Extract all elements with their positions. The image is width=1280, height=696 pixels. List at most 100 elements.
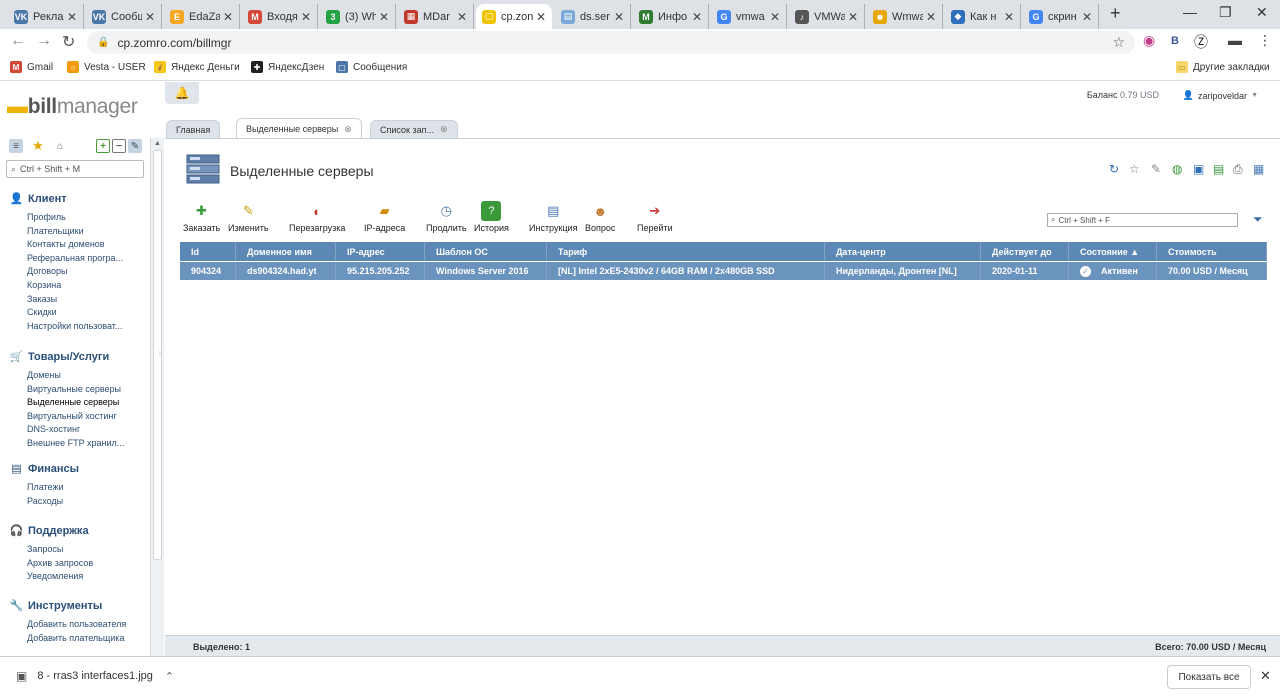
close-tab-icon[interactable]: ✕	[145, 10, 155, 24]
refresh-icon[interactable]: ↻	[1109, 162, 1119, 176]
forward-icon[interactable]: →	[36, 32, 52, 50]
briefcase-icon[interactable]: ⌂	[53, 139, 67, 153]
tab-requests-list[interactable]: Список зап... ⊗	[370, 120, 458, 138]
reload-icon[interactable]: ↻	[62, 32, 75, 52]
history-button[interactable]: ? История	[474, 201, 509, 233]
maximize-icon[interactable]: ❐	[1219, 4, 1232, 21]
browser-tab[interactable]: E EdaZa ✕	[164, 4, 240, 29]
column-header[interactable]: Стоимость	[1157, 242, 1267, 261]
close-tab-icon[interactable]: ✕	[301, 10, 311, 24]
sidebar-item[interactable]: Корзина	[27, 280, 127, 290]
instruction-button[interactable]: ▤ Инструкция	[529, 201, 577, 233]
extension-icon[interactable]: ◉	[1143, 32, 1155, 49]
document-icon[interactable]: ▣	[1193, 162, 1204, 176]
settings-table-icon[interactable]: ▦	[1253, 162, 1264, 176]
sidebar-section-header[interactable]: 🎧 Поддержка	[10, 524, 89, 538]
pin-icon[interactable]: ✎	[1151, 162, 1161, 176]
column-header[interactable]: IP-адрес	[336, 242, 425, 261]
minimize-icon[interactable]: —	[1183, 4, 1197, 20]
edit-button[interactable]: ✎ Изменить	[228, 201, 269, 233]
sidebar-item[interactable]: Архив запросов	[27, 558, 127, 568]
star-icon[interactable]: ☆	[1112, 34, 1125, 51]
browser-tab[interactable]: M Инфо ✕	[633, 4, 709, 29]
browser-tab[interactable]: ▤ ds.ser ✕	[555, 4, 631, 29]
sidebar-item[interactable]: Виртуальные серверы	[27, 384, 127, 394]
profile-icon[interactable]: ▬	[1228, 32, 1242, 48]
sidebar-item[interactable]: Настройки пользоват...	[27, 321, 127, 331]
sidebar-scrollbar[interactable]: ▲ ⋮	[150, 138, 164, 658]
tab-main[interactable]: Главная	[166, 120, 221, 138]
chevron-up-icon[interactable]: ⌃	[165, 670, 174, 683]
favorites-star-icon[interactable]: ★	[31, 138, 45, 153]
browser-tab[interactable]: Gскрин ✕	[1023, 4, 1099, 29]
column-header[interactable]: Тариф	[547, 242, 825, 261]
notifications-button[interactable]: 🔔	[165, 82, 199, 104]
question-button[interactable]: ☻ Вопрос	[585, 201, 615, 234]
filter-funnel-icon[interactable]: ⏷	[1253, 212, 1263, 227]
close-tab-icon[interactable]: ✕	[379, 10, 389, 24]
sidebar-item[interactable]: Профиль	[27, 212, 127, 222]
sidebar-section-header[interactable]: 🔧 Инструменты	[10, 599, 103, 613]
new-tab-button[interactable]: +	[1110, 3, 1121, 24]
sidebar-section-header[interactable]: 🛒 Товары/Услуги	[10, 350, 110, 364]
close-tab-icon[interactable]: ✕	[926, 10, 936, 24]
column-header[interactable]: Состояние ▲	[1069, 242, 1157, 261]
close-window-icon[interactable]: ✕	[1256, 4, 1268, 21]
browser-tab[interactable]: Gvmwa ✕	[711, 4, 787, 29]
order-button[interactable]: ✚ Заказать	[183, 201, 220, 233]
close-tab-icon[interactable]: ✕	[536, 10, 546, 24]
browser-tab[interactable]: VK Рекла ✕	[8, 4, 84, 29]
sidebar-item[interactable]: Домены	[27, 370, 127, 380]
browser-tab[interactable]: 3 (3) Wh ✕	[320, 4, 396, 29]
column-header[interactable]: Доменное имя	[236, 242, 336, 261]
expand-all-icon[interactable]: +	[96, 139, 110, 153]
column-header[interactable]: Шаблон ОС	[425, 242, 547, 261]
sidebar-item[interactable]: Контакты доменов	[27, 239, 127, 249]
sidebar-item[interactable]: Виртуальный хостинг	[27, 411, 127, 421]
other-bookmarks[interactable]: ▭ Другие закладки	[1176, 61, 1270, 73]
extension-icon[interactable]: Ⓩ	[1194, 32, 1208, 52]
close-tab-icon[interactable]: ⊗	[440, 124, 448, 135]
browser-tab[interactable]: ☻ Wmwa ✕	[867, 4, 943, 29]
column-header[interactable]: Id	[180, 242, 236, 261]
sidebar-item[interactable]: Добавить пользователя	[27, 619, 127, 629]
browser-tab[interactable]: ◆ Как н ✕	[945, 4, 1021, 29]
excel-icon[interactable]: ▤	[1213, 162, 1224, 176]
column-header[interactable]: Дата-центр	[825, 242, 981, 261]
collapse-all-icon[interactable]: −	[112, 139, 126, 153]
sidebar-section-header[interactable]: 👤 Клиент	[10, 192, 67, 206]
prolong-button[interactable]: ◷ Продлить	[426, 201, 467, 233]
table-filter-input[interactable]: ⌕ Ctrl + Shift + F	[1047, 213, 1238, 227]
bookmark-item[interactable]: M Gmail	[10, 61, 53, 73]
show-all-button[interactable]: Показать все	[1167, 665, 1251, 689]
back-icon[interactable]: ←	[10, 32, 26, 50]
sidebar-item[interactable]: Выделенные серверы	[27, 397, 127, 407]
url-input[interactable]: 🔒 cp.zomro.com/billmgr ☆	[87, 31, 1135, 54]
user-menu[interactable]: 👤 zaripoveldar ▼	[1183, 90, 1258, 101]
sidebar-item[interactable]: Расходы	[27, 496, 127, 506]
print-icon[interactable]: ⎙	[1233, 162, 1243, 177]
table-row[interactable]: 904324 ds904324.had.yt 95.215.205.252 Windo…	[180, 262, 1267, 280]
browser-tab[interactable]: ▢ cp.zon ✕	[476, 4, 552, 29]
close-tab-icon[interactable]: ✕	[848, 10, 858, 24]
sidebar-item[interactable]: Запросы	[27, 544, 127, 554]
sidebar-item[interactable]: Скидки	[27, 307, 127, 317]
download-item[interactable]: ▣ 8 - rras3 interfaces1.jpg ⌃	[16, 669, 174, 683]
sidebar-item[interactable]: Реферальная програ...	[27, 253, 127, 263]
sidebar-item[interactable]: Заказы	[27, 294, 127, 304]
reboot-button[interactable]: ◐ Перезагрузка	[289, 201, 345, 234]
bookmark-item[interactable]: ○ Vesta - USER	[67, 61, 146, 73]
close-tab-icon[interactable]: ✕	[67, 10, 77, 24]
tab-dedicated-servers[interactable]: Выделенные серверы ⊗	[236, 118, 362, 139]
sidebar-item[interactable]: Уведомления	[27, 571, 127, 581]
menu-tree-icon[interactable]: ≡	[9, 139, 23, 153]
sidebar-search-input[interactable]: ⌕ Ctrl + Shift + M	[6, 160, 144, 178]
bookmark-item[interactable]: ✚ ЯндексДзен	[251, 61, 324, 73]
sidebar-section-header[interactable]: ▤ Финансы	[10, 462, 79, 476]
close-tab-icon[interactable]: ✕	[223, 10, 233, 24]
sidebar-item[interactable]: DNS-хостинг	[27, 424, 127, 434]
sidebar-item[interactable]: Плательщики	[27, 226, 127, 236]
sidebar-item[interactable]: Платежи	[27, 482, 127, 492]
go-to-button[interactable]: ➔ Перейти	[637, 201, 673, 233]
ip-addresses-button[interactable]: ▰ IP-адреса	[364, 201, 405, 233]
